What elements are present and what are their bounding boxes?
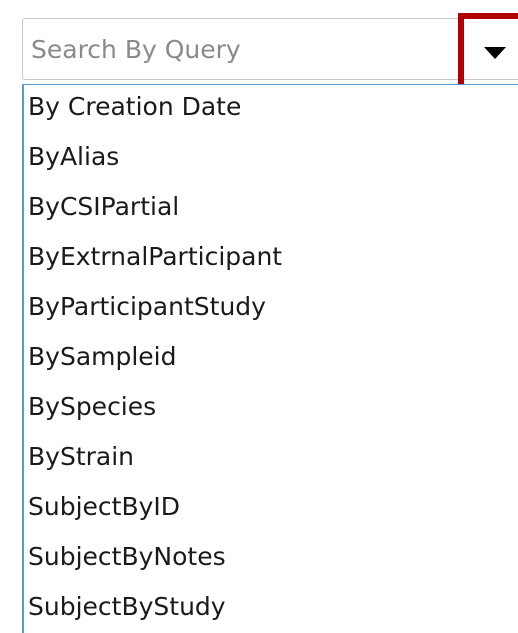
dropdown-options-list[interactable]: By Creation Date ByAlias ByCSIPartial By…: [22, 84, 518, 633]
option-by-extrnal-participant[interactable]: ByExtrnalParticipant: [28, 239, 282, 275]
search-input[interactable]: [31, 19, 451, 79]
option-by-creation-date[interactable]: By Creation Date: [28, 89, 241, 125]
dropdown-toggle-button[interactable]: [458, 13, 518, 90]
option-by-alias[interactable]: ByAlias: [28, 139, 119, 175]
option-by-sampleid[interactable]: BySampleid: [28, 339, 177, 375]
option-by-participant-study[interactable]: ByParticipantStudy: [28, 289, 266, 325]
option-by-csi-partial[interactable]: ByCSIPartial: [28, 189, 179, 225]
search-combobox[interactable]: [22, 18, 518, 80]
option-by-strain[interactable]: ByStrain: [28, 439, 134, 475]
option-subject-by-study[interactable]: SubjectByStudy: [28, 589, 226, 625]
option-by-species[interactable]: BySpecies: [28, 389, 156, 425]
option-subject-by-notes[interactable]: SubjectByNotes: [28, 539, 226, 575]
caret-down-icon: [484, 47, 506, 59]
option-subject-by-id[interactable]: SubjectByID: [28, 489, 180, 525]
